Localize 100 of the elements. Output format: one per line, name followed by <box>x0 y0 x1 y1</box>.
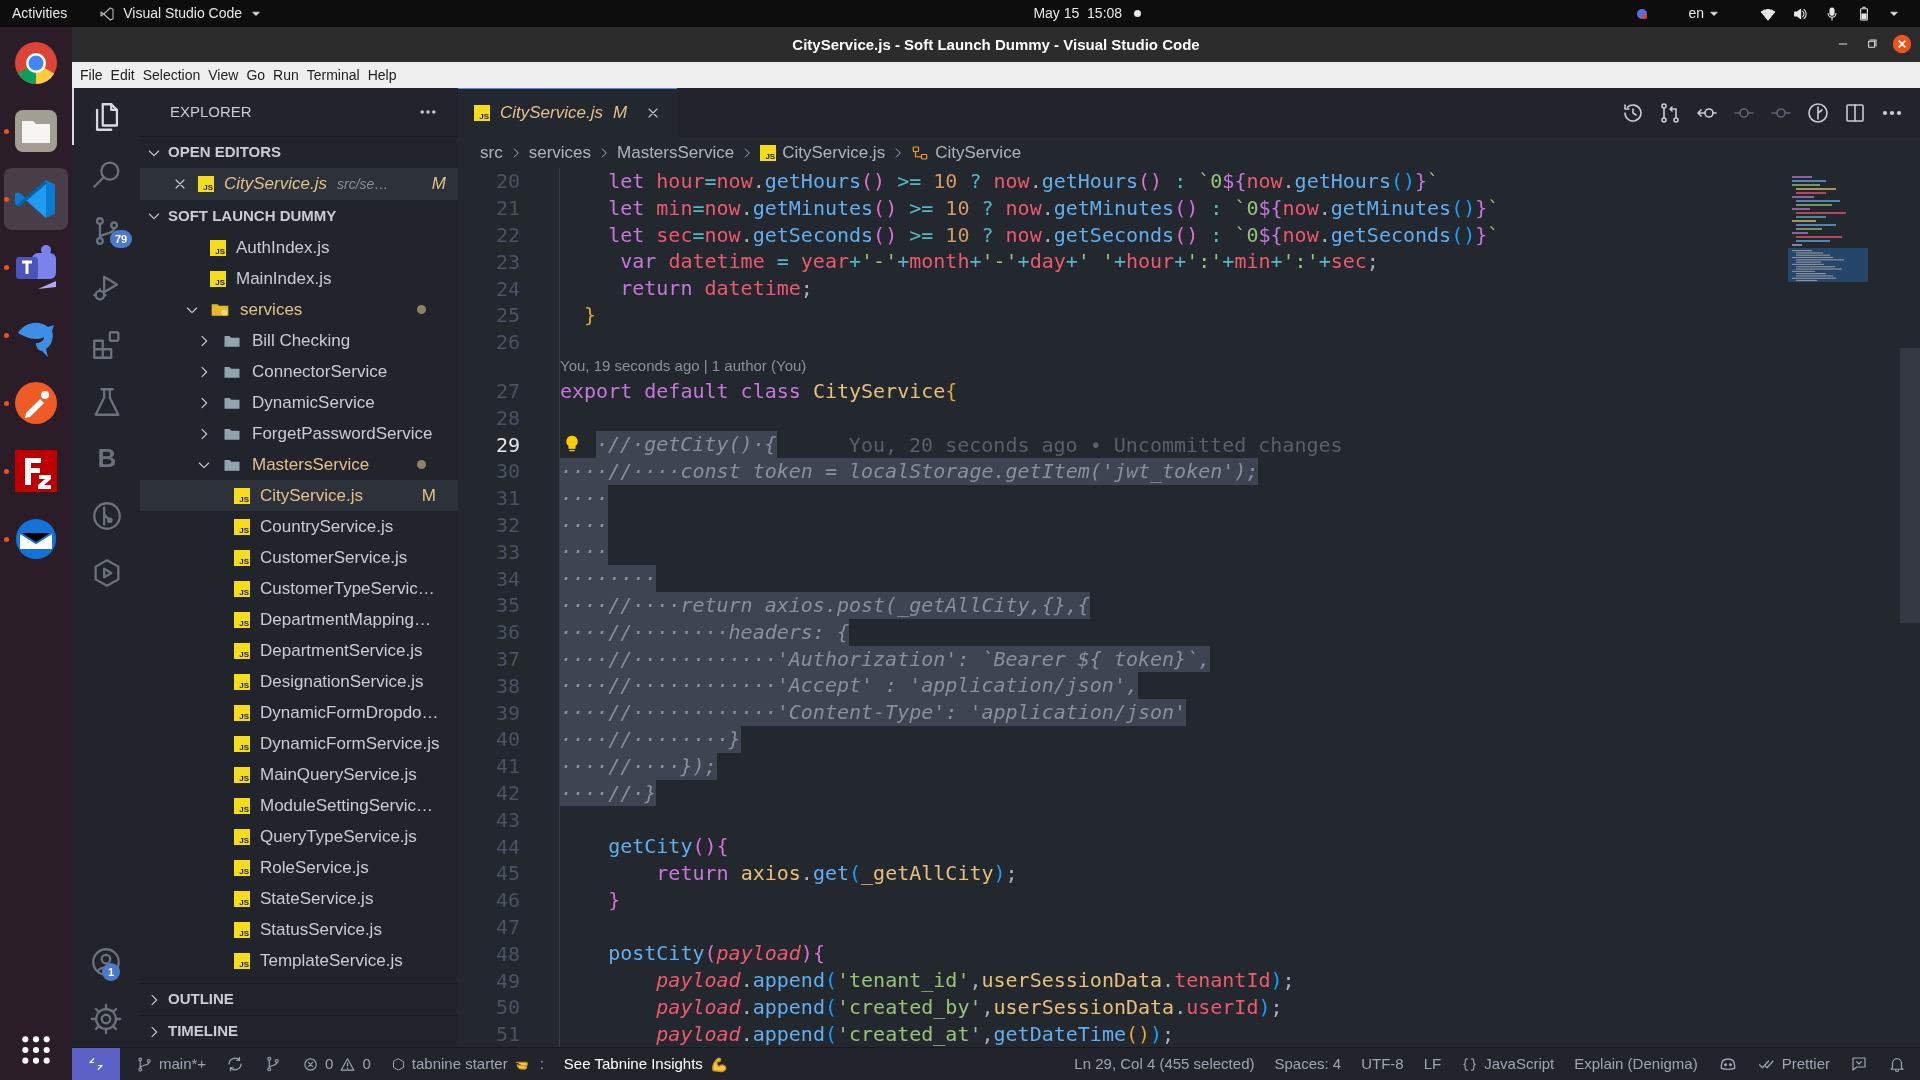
status-item[interactable]: 0 0 <box>292 1048 381 1080</box>
settings-icon[interactable] <box>89 1001 123 1036</box>
tree-script-entry[interactable]: JS ModuleSettingServic… <box>140 790 458 821</box>
tree-script-entry[interactable]: JS MainIndex.js <box>140 263 458 294</box>
js-file-icon: JS <box>198 176 214 192</box>
code-line: payload.append('tenant_id',userSessionData.tenantId); <box>655 967 1295 994</box>
close-icon[interactable] <box>1892 34 1912 54</box>
js-file-icon: JS <box>234 766 250 783</box>
circle-branch-icon[interactable] <box>1806 100 1830 125</box>
tree-folder-entry[interactable]: DynamicService <box>140 387 458 418</box>
breadcrumb-item[interactable]: CityService <box>911 139 1022 166</box>
tree-script-entry[interactable]: JS TemplateService.js <box>140 945 458 976</box>
error-icon <box>302 1055 320 1073</box>
activities-button[interactable]: Activities <box>12 3 68 24</box>
tree-script-entry[interactable]: JS DepartmentMapping… <box>140 604 458 635</box>
menu-item[interactable]: Terminal <box>302 64 364 86</box>
js-file-icon: JS <box>234 952 250 969</box>
tree-script-entry[interactable]: JS StatusService.js <box>140 914 458 945</box>
breadcrumb-item[interactable]: MastersService <box>617 139 735 166</box>
status-item[interactable]: See Tabnine Insights <box>553 1048 739 1080</box>
tree-script-entry[interactable]: JS CustomerTypeServic… <box>140 573 458 604</box>
clock[interactable]: May 15 15:08 <box>1033 3 1123 24</box>
dock-item-highlight[interactable] <box>4 168 68 230</box>
status-item[interactable]: Spaces: 4 <box>1264 1048 1352 1080</box>
code-line: } <box>607 886 621 914</box>
js-file-icon: JS <box>234 549 250 566</box>
js-file-icon: JS <box>474 105 490 121</box>
language-menu[interactable]: en <box>1688 3 1720 24</box>
menu-item[interactable]: Selection <box>138 64 205 86</box>
js-file-icon: JS <box>210 270 226 287</box>
menu-item[interactable]: File <box>76 64 107 86</box>
status-item[interactable]: Ln 29, Col 4 (455 selected) <box>1064 1048 1265 1080</box>
pen-app-icon[interactable] <box>12 379 60 427</box>
js-file-icon: JS <box>234 611 250 628</box>
tree-script-entry[interactable]: JS DynamicFormService.js <box>140 728 458 759</box>
status-item[interactable]: Prettier <box>1747 1048 1840 1080</box>
js-file-icon: JS <box>234 828 250 845</box>
menu-item[interactable]: View <box>204 64 243 86</box>
app-menu[interactable]: Visual Studio Code <box>99 3 263 24</box>
js-file-icon: JS <box>210 239 226 256</box>
breadcrumb-item[interactable]: services <box>528 139 592 166</box>
app-grid-icon[interactable] <box>20 1034 52 1066</box>
tree-script-entry[interactable]: JS DesignationService.js <box>140 666 458 697</box>
ring-app-icon[interactable] <box>12 39 60 87</box>
section-header[interactable]: OUTLINE <box>140 983 458 1015</box>
braces-icon <box>1461 1055 1479 1073</box>
js-file-icon: JS <box>234 642 250 659</box>
tree-folder-entry[interactable]: Bill Checking <box>140 325 458 356</box>
status-item[interactable]: UTF-8 <box>1351 1048 1414 1080</box>
section-header[interactable]: SOFT LAUNCH DUMMY <box>140 200 458 232</box>
feedback-icon[interactable] <box>1850 1055 1868 1073</box>
js-file-icon: JS <box>234 487 250 504</box>
tree-script-entry[interactable]: JS AuthIndex.js <box>140 232 458 263</box>
sync-icon[interactable] <box>226 1055 245 1073</box>
code-line: return datetime; <box>619 275 813 302</box>
breadcrumb-item[interactable]: src <box>480 139 503 166</box>
js-file-icon: JS <box>760 144 777 161</box>
codelens-text[interactable]: You, 19 seconds ago | 1 author (You) <box>560 355 807 378</box>
tree-script-entry[interactable]: JS MainQueryService.js <box>140 759 458 790</box>
tree-folder-entry[interactable]: MastersService <box>140 449 458 480</box>
compare-changes-icon[interactable] <box>1658 100 1682 125</box>
code-line: var datetime = year+'-'+month+'-'+day+' '+hour+':'+min+':'+sec; <box>619 248 1379 276</box>
js-file-icon: JS <box>234 859 250 876</box>
tree-folder-entry[interactable]: ForgetPasswordService <box>140 418 458 449</box>
folder-app-icon[interactable] <box>12 107 60 155</box>
status-item[interactable]: Explain (Denigma) <box>1564 1048 1708 1080</box>
menu-item[interactable]: Help <box>363 64 401 86</box>
line-number: 29 <box>494 431 520 459</box>
tree-script-entry[interactable]: JS QueryTypeService.js <box>140 821 458 852</box>
status-item[interactable]: main*+ <box>126 1048 217 1080</box>
js-file-icon: JS <box>234 890 250 907</box>
tree-script-entry[interactable]: JS CustomerService.js <box>140 542 458 573</box>
js-file-icon: JS <box>234 797 250 814</box>
menu-item[interactable]: Run <box>269 64 303 86</box>
tree-script-entry[interactable]: JS DynamicFormDropdo… <box>140 697 458 728</box>
status-item[interactable]: tabnine starter : <box>380 1048 554 1080</box>
bell-icon[interactable] <box>1888 1055 1906 1073</box>
open-editor-item[interactable]: JS CityService.js src/se… M <box>140 168 458 200</box>
menu-item[interactable]: Go <box>242 64 270 86</box>
code-line: payload.append('created_by',userSessionData.userId); <box>655 993 1283 1021</box>
tree-folder-entry[interactable]: services <box>140 294 458 325</box>
class-symbol-icon <box>911 143 930 162</box>
microphone-icon[interactable] <box>1824 5 1840 22</box>
status-item[interactable]: LF <box>1413 1048 1452 1080</box>
code-line: postCity(payload){ <box>607 940 825 968</box>
breadcrumb-item[interactable]: JS CityService.js <box>760 139 886 166</box>
hexagon-icon <box>390 1056 406 1072</box>
tree-script-entry[interactable]: JS StateService.js <box>140 883 458 914</box>
count-badge: 1 <box>102 963 121 981</box>
activity-tab[interactable]: 79 <box>72 202 140 259</box>
code-line: payload.append('created_at',getDateTime()); <box>655 1020 1175 1047</box>
menu-item[interactable]: Edit <box>106 64 139 86</box>
tree-script-entry[interactable]: JS CityService.js M <box>140 480 458 511</box>
ftp-app-icon[interactable] <box>12 447 60 495</box>
tree-script-entry[interactable]: JS CountryService.js <box>140 511 458 542</box>
tree-script-entry[interactable]: JS DepartmentService.js <box>140 635 458 666</box>
code-line: let min=now.getMinutes() >= 10 ? now.getMinutes() : `0${now.getMinutes()}` <box>607 194 1500 222</box>
tree-script-entry[interactable]: JS RoleService.js <box>140 852 458 883</box>
tree-folder-entry[interactable]: ConnectorService <box>140 356 458 387</box>
status-item[interactable]: JavaScript <box>1451 1048 1565 1080</box>
